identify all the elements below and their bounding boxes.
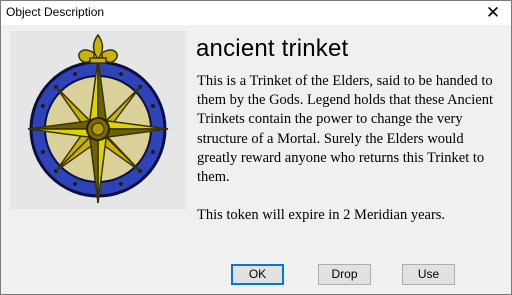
drop-button-label: Drop <box>331 267 358 281</box>
drop-button[interactable]: Drop <box>318 264 371 285</box>
ok-button-label: OK <box>248 267 267 281</box>
title-bar[interactable]: Object Description ✕ <box>1 1 511 25</box>
window-title: Object Description <box>6 5 105 19</box>
use-button[interactable]: Use <box>402 264 455 285</box>
item-image <box>10 31 186 209</box>
item-name: ancient trinket <box>196 35 349 62</box>
object-description-dialog: Object Description ✕ ancient trinket Thi… <box>0 0 512 295</box>
close-icon[interactable]: ✕ <box>481 2 505 24</box>
compass-star-icon <box>27 33 169 204</box>
item-description: This is a Trinket of the Elders, said to… <box>197 73 493 224</box>
use-button-label: Use <box>417 267 440 281</box>
ok-button[interactable]: OK <box>231 264 284 285</box>
